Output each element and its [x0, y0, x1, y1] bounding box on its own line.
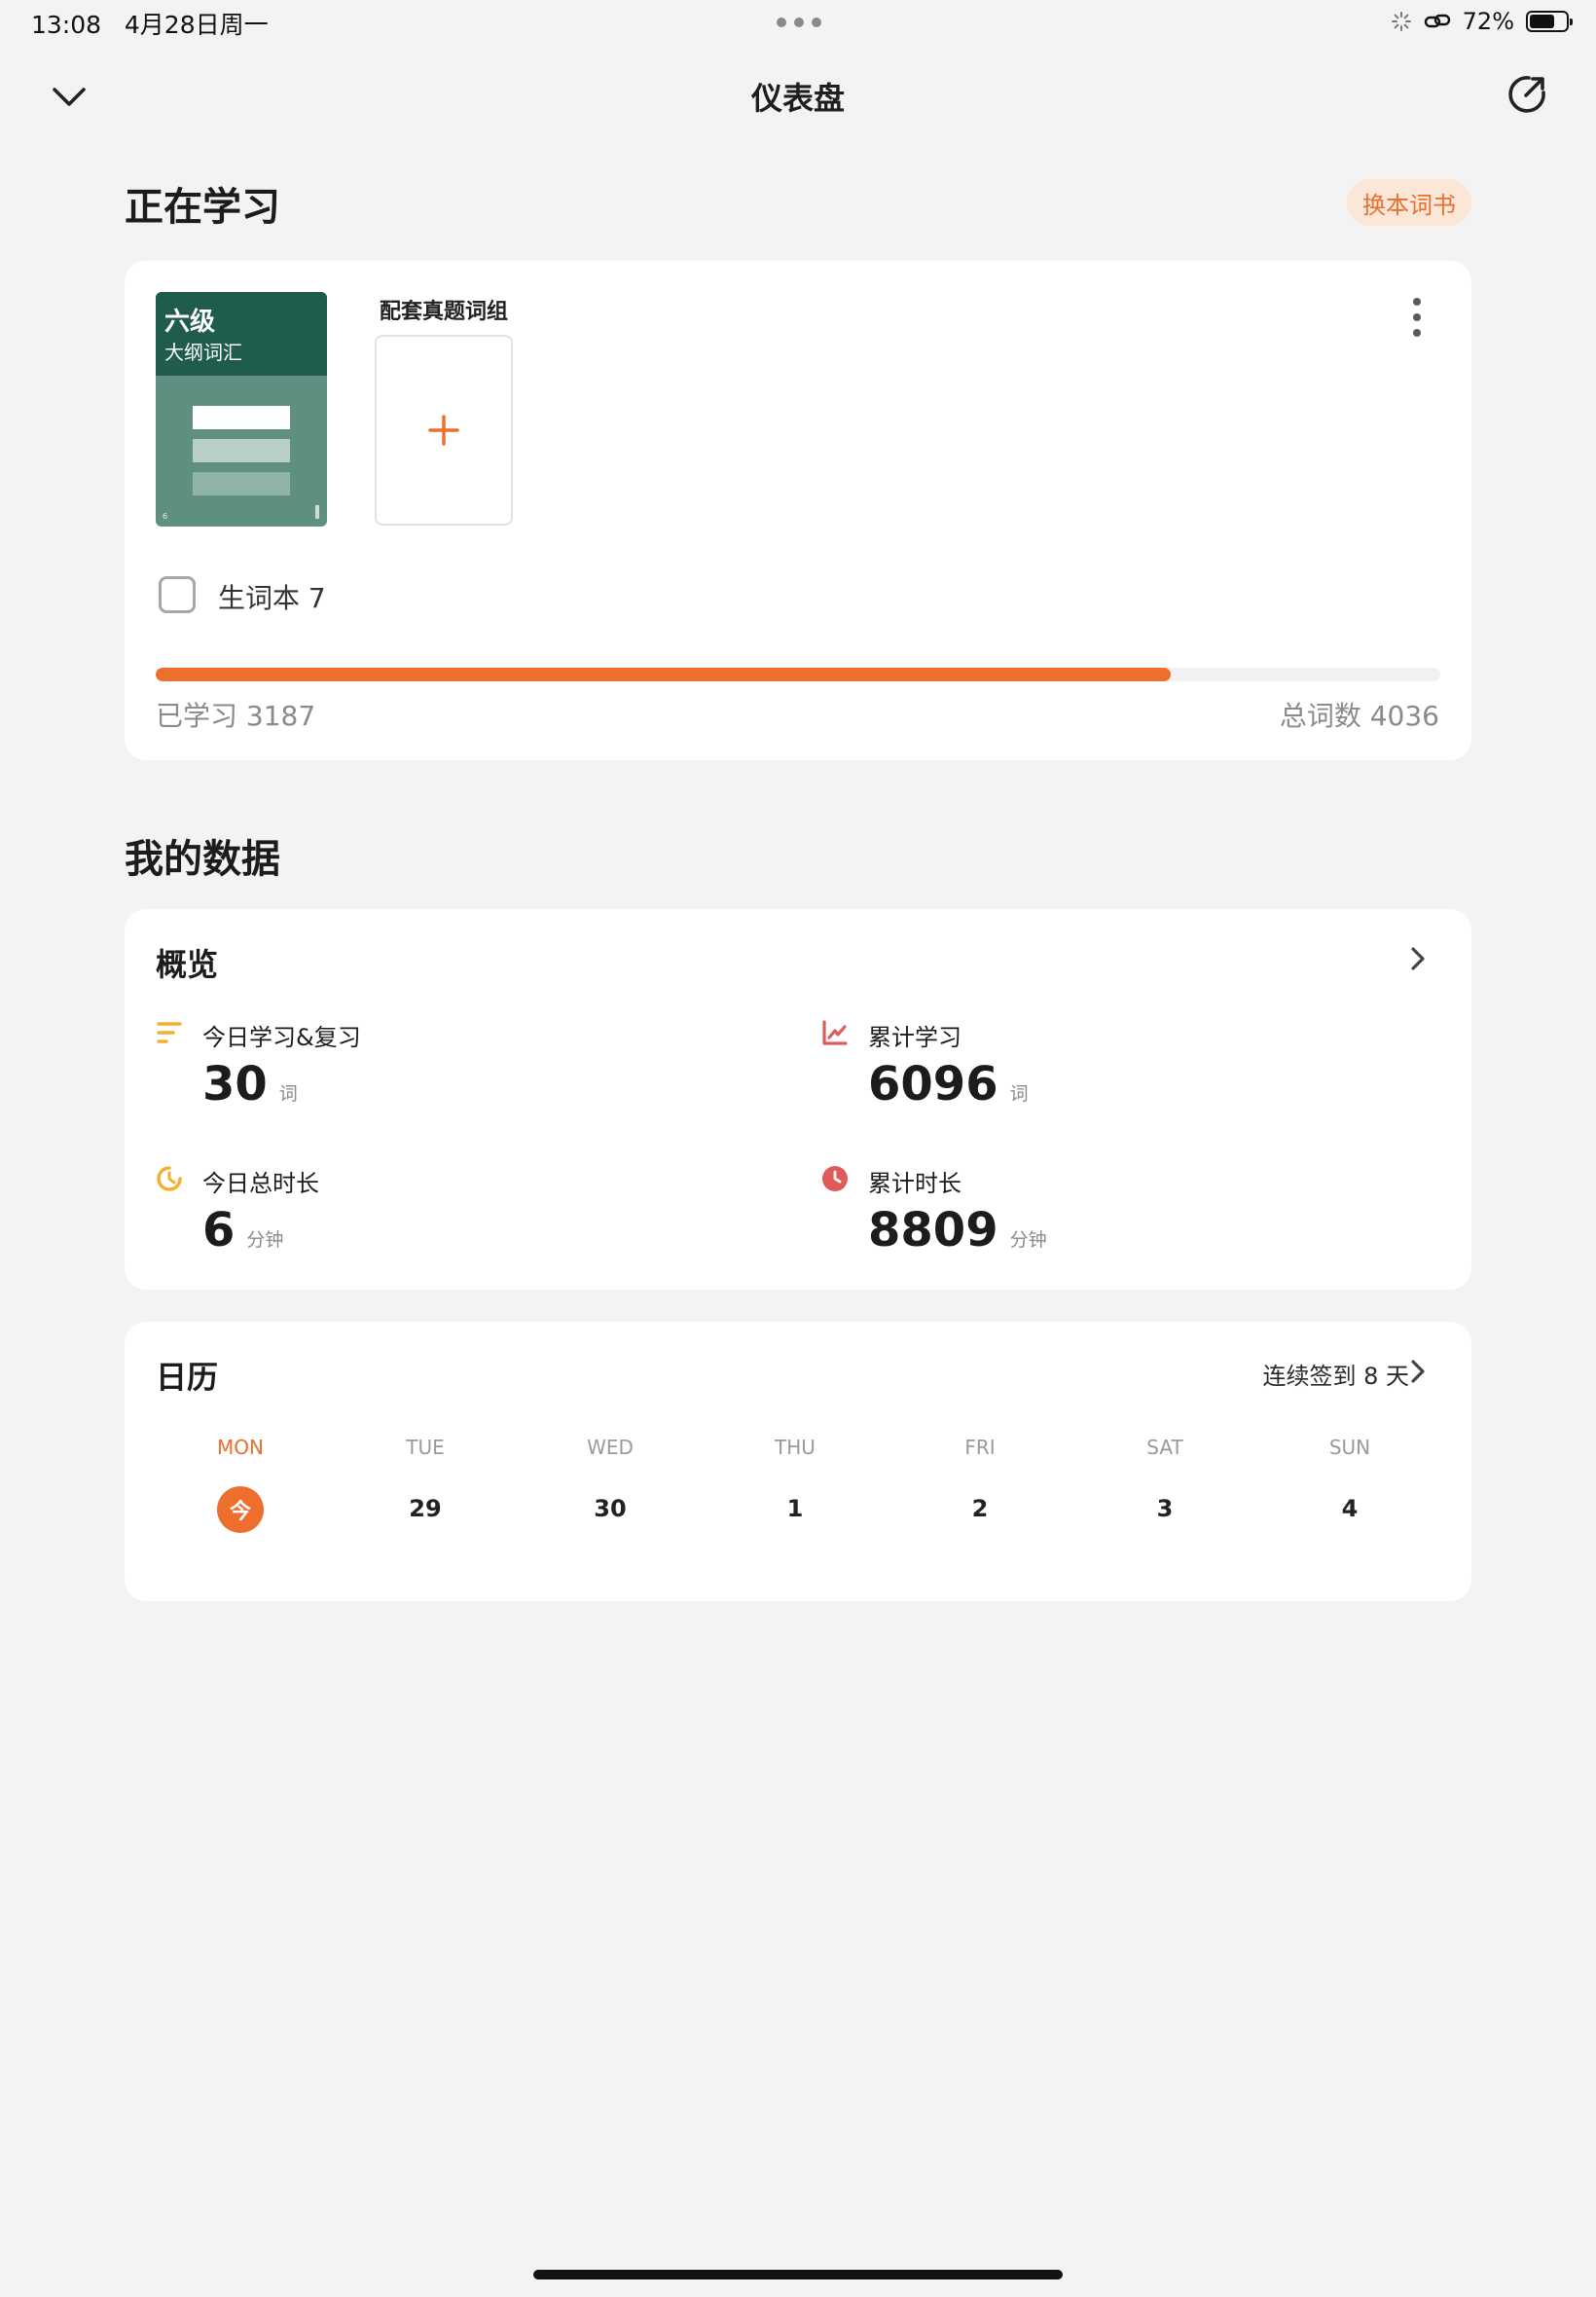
change-book-button[interactable]: 换本词书: [1347, 179, 1471, 226]
stat-unit-today-study: 词: [278, 1083, 298, 1105]
calendar-date-2[interactable]: 2: [922, 1495, 1038, 1522]
calendar-title: 日历: [156, 1359, 219, 1396]
multitask-dots[interactable]: [777, 18, 821, 27]
learning-progress-bar: [156, 668, 1440, 681]
calendar-day-wed: WED: [587, 1436, 634, 1459]
status-time: 13:08: [31, 11, 102, 39]
battery-level: [1530, 15, 1554, 28]
calendar-day-thu: THU: [775, 1436, 816, 1459]
companion-group-label: 配套真题词组: [380, 300, 509, 324]
overview-card[interactable]: [125, 909, 1471, 1290]
calendar-chevron-right-icon[interactable]: [1403, 1357, 1433, 1386]
my-data-section-title: 我的数据: [125, 837, 280, 882]
calendar-date-30[interactable]: 30: [552, 1495, 669, 1522]
battery-percent: 72%: [1462, 8, 1514, 35]
plus-icon: [428, 415, 459, 446]
timer-icon: [157, 1166, 182, 1191]
stat-value-total-study: 6096: [868, 1057, 998, 1112]
stat-value-total-time: 8809: [868, 1203, 998, 1258]
status-time-date: 13:08 4月28日周一: [31, 6, 269, 41]
calendar-date-today[interactable]: 今: [217, 1486, 264, 1533]
today-badge: 今: [217, 1486, 264, 1533]
calendar-day-sun: SUN: [1328, 1436, 1371, 1459]
stat-total-study: 6096 词: [868, 1061, 1029, 1108]
studying-section-title: 正在学习: [125, 185, 280, 230]
learned-count: 已学习 3187: [156, 700, 316, 732]
page-title: 仪表盘: [750, 80, 845, 117]
clock-icon: [822, 1166, 848, 1191]
calendar-date-4[interactable]: 4: [1291, 1495, 1408, 1522]
status-indicators: 72%: [1391, 8, 1573, 35]
stat-today-time: 6 分钟: [202, 1207, 283, 1254]
vocab-book-label[interactable]: 生词本 7: [218, 577, 326, 616]
stat-unit-total-study: 词: [1009, 1083, 1029, 1105]
link-icon: [1424, 14, 1450, 28]
list-icon: [157, 1022, 182, 1043]
stat-label-total-time: 累计时长: [868, 1170, 961, 1197]
calendar-day-mon: MON: [217, 1436, 264, 1459]
stat-label-total-study: 累计学习: [868, 1024, 961, 1051]
book-cover-number: 6: [163, 512, 168, 521]
learning-progress-fill: [156, 668, 1171, 681]
total-count: 总词数 4036: [1279, 700, 1439, 732]
vocab-book-checkbox[interactable]: [159, 576, 196, 613]
overview-title: 概览: [156, 946, 219, 983]
add-group-button[interactable]: [375, 335, 513, 526]
stat-unit-total-time: 分钟: [1009, 1229, 1047, 1251]
stat-total-time: 8809 分钟: [868, 1207, 1047, 1254]
stat-today-study: 30 词: [202, 1061, 298, 1108]
share-icon[interactable]: [1505, 72, 1549, 117]
calendar-date-1[interactable]: 1: [737, 1495, 853, 1522]
stat-value-today-time: 6: [202, 1203, 236, 1258]
calendar-day-fri: FRI: [964, 1436, 996, 1459]
streak-label[interactable]: 连续签到 8 天: [1262, 1357, 1409, 1391]
stat-unit-today-time: 分钟: [246, 1229, 284, 1251]
home-indicator[interactable]: [533, 2270, 1063, 2279]
line-chart-icon: [822, 1020, 848, 1045]
stat-label-today-study: 今日学习&复习: [202, 1024, 361, 1051]
more-options-icon[interactable]: [1405, 298, 1429, 337]
overview-chevron-right-icon[interactable]: [1403, 944, 1433, 973]
book-cover[interactable]: 六级 大纲词汇 6: [156, 292, 327, 527]
calendar-date-29[interactable]: 29: [367, 1495, 484, 1522]
stat-value-today-study: 30: [202, 1057, 268, 1112]
book-cover-subtitle: 大纲词汇: [164, 341, 242, 364]
battery-icon: [1526, 11, 1573, 32]
loading-icon: [1391, 12, 1411, 31]
book-cover-title: 六级: [164, 308, 216, 337]
calendar-day-tue: TUE: [406, 1436, 445, 1459]
stat-label-today-time: 今日总时长: [202, 1170, 319, 1197]
status-date: 4月28日周一: [124, 11, 269, 39]
calendar-day-sat: SAT: [1146, 1436, 1183, 1459]
calendar-date-3[interactable]: 3: [1106, 1495, 1223, 1522]
